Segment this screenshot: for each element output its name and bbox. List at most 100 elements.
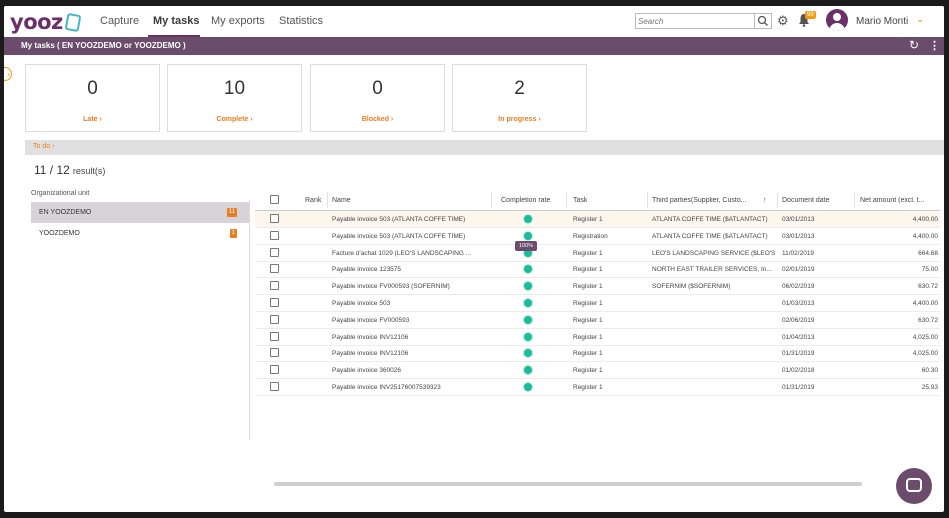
column-divider[interactable]	[777, 192, 778, 208]
horizontal-scrollbar[interactable]	[274, 482, 862, 486]
column-name[interactable]: Name	[332, 197, 351, 204]
table-row[interactable]: Payable invoice FV000593 (SOFERNIM) Regis…	[255, 278, 940, 296]
row-checkbox[interactable]	[270, 331, 279, 341]
row-checkbox[interactable]	[270, 298, 279, 307]
column-rank[interactable]: Rank	[305, 197, 321, 204]
card-in-progress-link[interactable]: In progress ›	[453, 116, 586, 123]
column-divider[interactable]	[566, 192, 567, 208]
card-complete-label: Complete	[216, 116, 249, 123]
table-row[interactable]: Payable invoice 123575 Register 1 NORTH EA…	[255, 261, 940, 279]
chevron-down-icon[interactable]: ⌄	[916, 14, 924, 25]
more-options-icon[interactable]: ⋮	[929, 39, 940, 52]
logo-badge-icon	[64, 12, 82, 33]
table-row[interactable]: Payable invoice INV12106 Register 1 01/04/…	[255, 329, 940, 346]
user-name[interactable]: Mario Monti	[856, 16, 908, 27]
search-input[interactable]	[638, 15, 752, 27]
cell-document-date: 01/31/2019	[782, 350, 815, 358]
org-unit-yoozdemo[interactable]: YOOZDEMO 1	[31, 223, 249, 244]
nav-capture[interactable]: Capture	[100, 15, 139, 27]
cell-name[interactable]: Payable invoice INV25176007539323	[332, 384, 487, 391]
gear-icon[interactable]: ⚙	[777, 14, 789, 28]
row-checkbox[interactable]	[270, 382, 279, 391]
cell-name[interactable]: Payable invoice 503	[332, 300, 487, 307]
cell-task: Register 1	[573, 300, 603, 307]
column-divider[interactable]	[491, 192, 492, 208]
cell-name[interactable]: Facture d'achat 1029 (LEO'S LANDSCAPING …	[332, 250, 487, 257]
table-row[interactable]: Payable invoice FV000593 Register 1 02/06/…	[255, 312, 940, 329]
card-blocked[interactable]: 0 Blocked ›	[310, 64, 445, 132]
org-unit-list: EN YOOZDEMO 11 YOOZDEMO 1	[31, 200, 250, 440]
cell-name[interactable]: Payable invoice 503 (ATLANTA COFFE TIME)	[332, 216, 487, 223]
cell-task: Register 1	[573, 266, 603, 274]
column-divider[interactable]	[854, 192, 855, 208]
yooz-logo[interactable]: yooz	[10, 10, 63, 34]
table-row[interactable]: Payable invoice 503 (ATLANTA COFFE TIME)…	[255, 211, 940, 228]
row-checkbox[interactable]	[270, 247, 279, 257]
cell-document-date: 01/04/2013	[782, 333, 815, 341]
table-row[interactable]: Payable invoice INV25176007539323 Registe…	[255, 379, 940, 396]
row-checkbox[interactable]	[270, 264, 279, 274]
select-all-checkbox[interactable]	[270, 195, 279, 204]
card-complete[interactable]: 10 Complete ›	[167, 64, 302, 132]
card-late-value: 0	[87, 78, 98, 99]
page-title: My tasks ( EN YOOZDEMO or YOOZDEMO )	[21, 41, 186, 50]
cell-name[interactable]: Payable invoice 360026	[332, 367, 487, 374]
cell-third-party: NORTH EAST TRAILER SERVICES, In...	[652, 266, 772, 274]
cell-task: Register 1	[573, 350, 603, 358]
column-divider[interactable]	[327, 192, 328, 208]
cell-name[interactable]: Payable invoice 123575	[332, 266, 487, 273]
cell-name[interactable]: Payable invoice INV12106	[332, 334, 487, 341]
card-late-link[interactable]: Late ›	[26, 116, 159, 123]
table-row[interactable]: Payable invoice 503 (ATLANTA COFFE TIME)…	[255, 228, 940, 245]
row-checkbox[interactable]	[270, 365, 279, 375]
column-divider[interactable]	[647, 192, 648, 208]
column-net-amount[interactable]: Net amount (excl. t...	[860, 197, 936, 204]
results-count-value: 11 / 12	[34, 163, 70, 177]
card-blocked-link[interactable]: Blocked ›	[311, 116, 444, 123]
card-in-progress[interactable]: 2 In progress ›	[452, 64, 587, 132]
todo-section-header[interactable]: To do ›	[25, 140, 944, 155]
refresh-icon[interactable]: ↻	[909, 38, 919, 52]
nav-statistics[interactable]: Statistics	[279, 15, 323, 27]
cell-name[interactable]: Payable invoice 503 (ATLANTA COFFE TIME)	[332, 233, 487, 240]
completion-tooltip: 100%	[515, 241, 538, 251]
completion-status-dot	[524, 383, 532, 391]
row-checkbox[interactable]	[270, 230, 279, 240]
row-checkbox[interactable]	[270, 281, 279, 291]
completion-status-dot	[524, 315, 532, 324]
column-completion-rate[interactable]: Completion rate	[501, 197, 550, 204]
table-row[interactable]: Payable invoice INV12106 Register 1 01/31/…	[255, 345, 940, 363]
completion-status-dot	[524, 282, 532, 291]
cell-document-date: 01/02/2018	[782, 367, 815, 375]
card-complete-link[interactable]: Complete ›	[168, 116, 301, 123]
nav-my-tasks[interactable]: My tasks	[153, 15, 199, 27]
chat-button[interactable]	[896, 468, 932, 504]
search-button[interactable]	[754, 14, 771, 28]
nav-my-exports[interactable]: My exports	[211, 15, 265, 27]
column-document-date[interactable]: Document date	[782, 197, 829, 204]
table-row[interactable]: Payable invoice 360026 Register 1 01/02/20…	[255, 362, 940, 380]
expand-sidebar-toggle[interactable]: ›	[4, 67, 12, 81]
avatar[interactable]	[826, 9, 848, 31]
cell-net-amount: 25.93	[921, 384, 938, 391]
table-row[interactable]: Payable invoice 503 Register 1 01/03/2013 4…	[255, 295, 940, 312]
column-task[interactable]: Task	[573, 197, 587, 204]
cell-name[interactable]: Payable invoice INV12106	[332, 350, 487, 357]
card-late[interactable]: 0 Late ›	[25, 64, 160, 132]
todo-label[interactable]: To do ›	[33, 143, 54, 150]
table-row[interactable]: Facture d'achat 1029 (LEO'S LANDSCAPING …	[255, 245, 940, 262]
org-unit-en-yoozdemo[interactable]: EN YOOZDEMO 11	[31, 202, 249, 223]
row-checkbox[interactable]	[270, 348, 279, 358]
sort-ascending-icon[interactable]: ↑	[763, 197, 767, 204]
card-in-progress-label: In progress	[498, 116, 537, 123]
org-unit-label: Organizational unit	[31, 190, 90, 197]
row-checkbox[interactable]	[270, 314, 279, 324]
cell-name[interactable]: Payable invoice FV000593 (SOFERNIM)	[332, 283, 487, 290]
chat-icon	[906, 478, 922, 492]
cell-net-amount: 4,025.00	[912, 350, 938, 358]
row-checkbox[interactable]	[270, 214, 279, 223]
notification-count-badge: 99	[805, 11, 816, 19]
cell-task: Register 1	[573, 216, 603, 223]
cell-name[interactable]: Payable invoice FV000593	[332, 317, 487, 324]
column-third-parties[interactable]: Third parties(Supplier, Custo...	[652, 197, 760, 204]
